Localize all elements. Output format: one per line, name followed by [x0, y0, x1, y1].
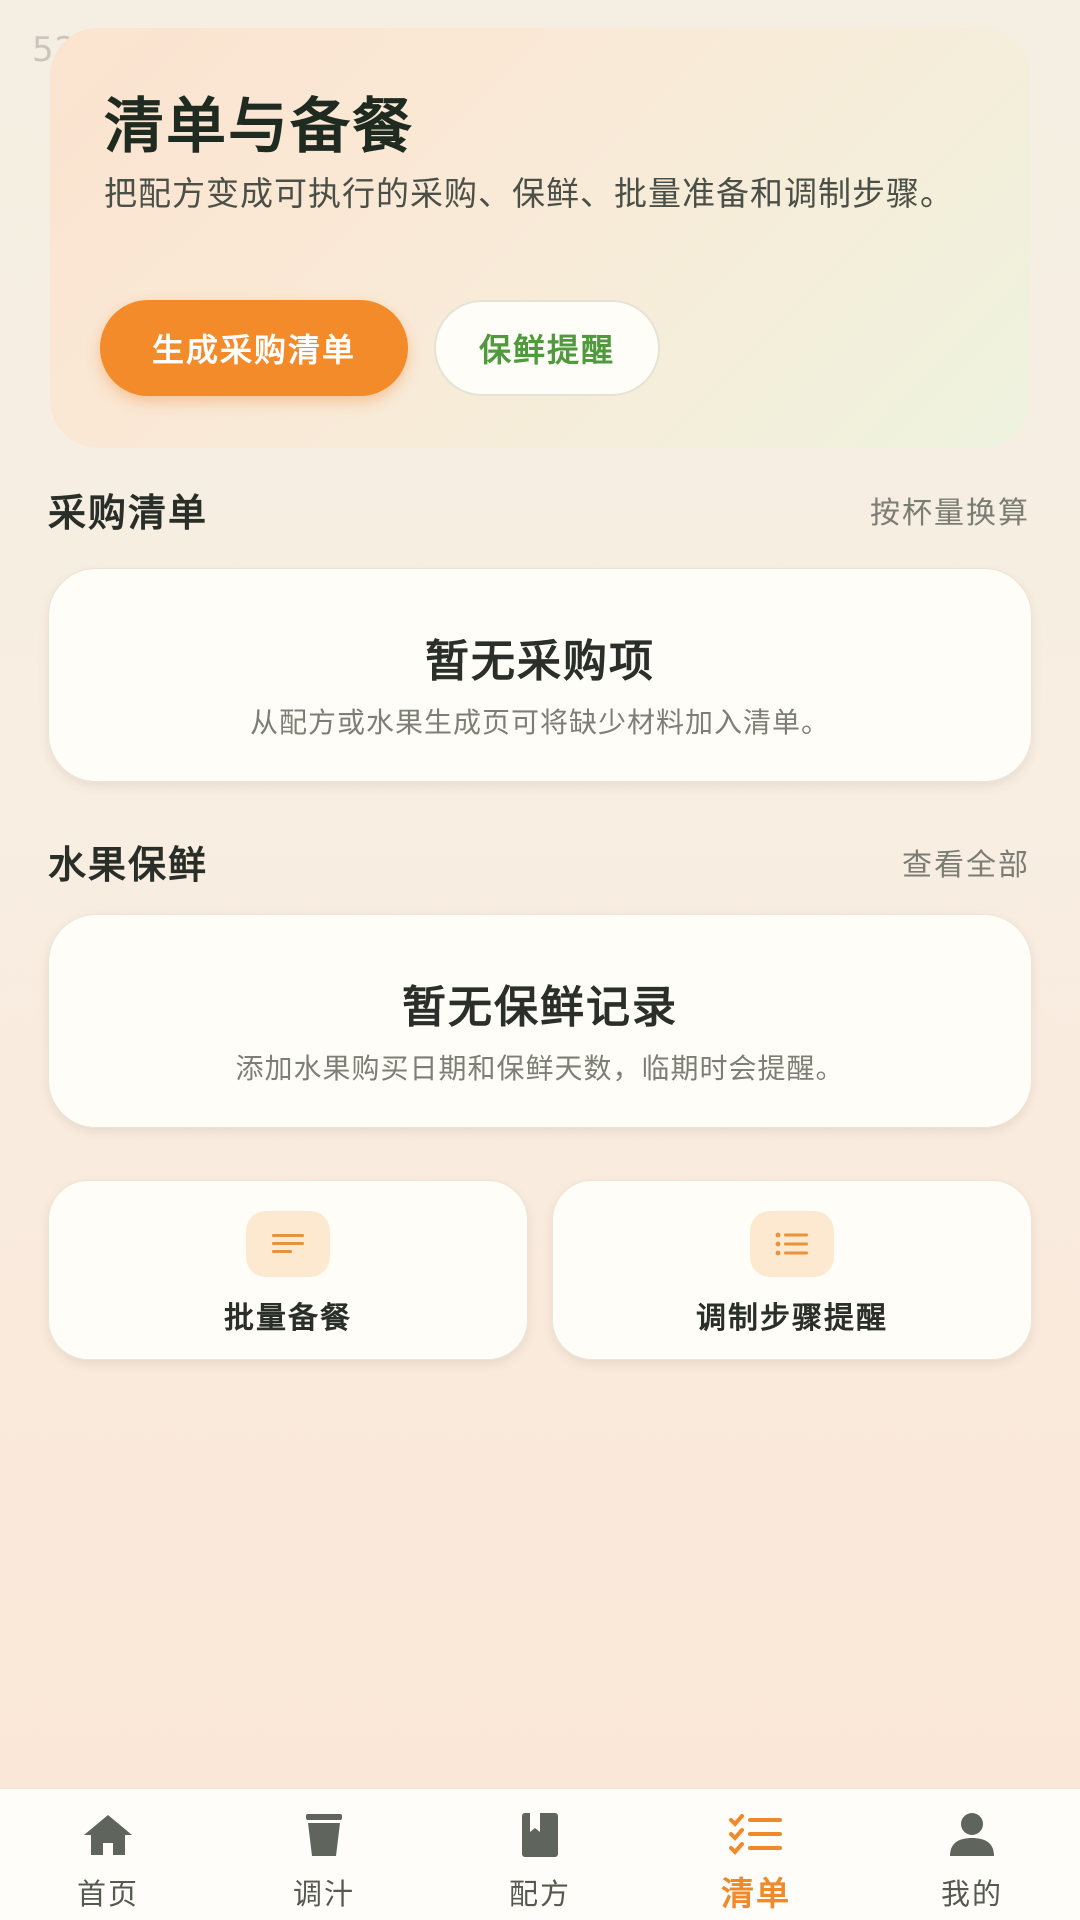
- book-icon: [510, 1807, 570, 1863]
- tab-juice-label: 调汁: [292, 1877, 355, 1911]
- view-all-link[interactable]: 查看全部: [902, 840, 1030, 884]
- freshness-reminder-button[interactable]: 保鲜提醒: [434, 300, 660, 396]
- checklist-icon: [726, 1807, 786, 1863]
- shopping-empty-card: 暂无采购项 从配方或水果生成页可将缺少材料加入清单。: [48, 568, 1032, 782]
- hero-card: 清单与备餐 把配方变成可执行的采购、保鲜、批量准备和调制步骤。 生成采购清单 保…: [50, 28, 1030, 448]
- bottom-tab-bar: 首页 调汁 配方 清单 我的: [0, 1788, 1080, 1920]
- tab-home-label: 首页: [76, 1877, 139, 1911]
- convert-by-cup-link[interactable]: 按杯量换算: [870, 488, 1030, 532]
- tab-juice[interactable]: 调汁: [216, 1789, 432, 1920]
- lines-icon: [246, 1211, 330, 1277]
- fresh-empty-desc: 添加水果购买日期和保鲜天数，临期时会提醒。: [235, 1052, 845, 1085]
- shopping-empty-title: 暂无采购项: [425, 636, 655, 687]
- mix-steps-label: 调制步骤提醒: [696, 1301, 888, 1336]
- batch-prep-tile[interactable]: 批量备餐: [48, 1180, 528, 1360]
- tab-recipes-label: 配方: [508, 1877, 571, 1911]
- person-icon: [942, 1807, 1002, 1863]
- list-icon: [750, 1211, 834, 1277]
- tab-checklist-label: 清单: [721, 1874, 791, 1913]
- cup-icon: [294, 1807, 354, 1863]
- tab-profile[interactable]: 我的: [864, 1789, 1080, 1920]
- fresh-section-title: 水果保鲜: [48, 843, 209, 887]
- page-subtitle: 把配方变成可执行的采购、保鲜、批量准备和调制步骤。: [104, 174, 954, 213]
- page-title: 清单与备餐: [104, 92, 414, 162]
- home-icon: [78, 1807, 138, 1863]
- tab-home[interactable]: 首页: [0, 1789, 216, 1920]
- mix-steps-tile[interactable]: 调制步骤提醒: [552, 1180, 1032, 1360]
- tab-profile-label: 我的: [940, 1877, 1003, 1911]
- tab-checklist[interactable]: 清单: [648, 1789, 864, 1920]
- shopping-section-title: 采购清单: [48, 491, 209, 535]
- fresh-empty-title: 暂无保鲜记录: [402, 982, 678, 1033]
- tab-recipes[interactable]: 配方: [432, 1789, 648, 1920]
- batch-prep-label: 批量备餐: [224, 1301, 352, 1336]
- generate-shopping-list-button[interactable]: 生成采购清单: [100, 300, 408, 396]
- fresh-empty-card: 暂无保鲜记录 添加水果购买日期和保鲜天数，临期时会提醒。: [48, 914, 1032, 1128]
- shopping-empty-desc: 从配方或水果生成页可将缺少材料加入清单。: [249, 706, 830, 739]
